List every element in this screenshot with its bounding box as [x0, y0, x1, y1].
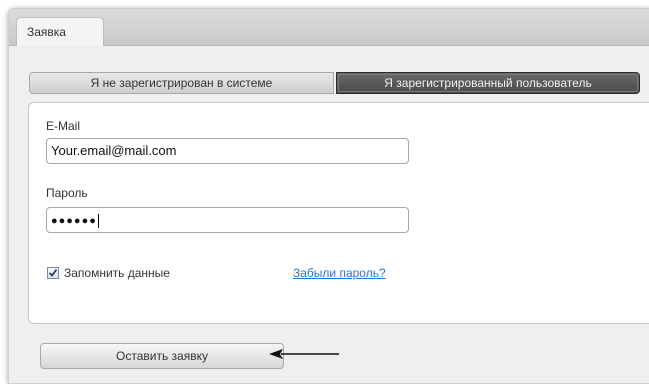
submit-application-button[interactable]: Оставить заявку — [40, 343, 284, 369]
unregistered-option[interactable]: Я не зарегистрирован в системе — [29, 72, 334, 94]
password-field[interactable]: ●●●●●● — [46, 207, 409, 233]
tab-bar: Заявка — [9, 9, 649, 46]
remember-me-checkbox[interactable] — [47, 267, 59, 279]
application-window: Заявка Я не зарегистрирован в системе Я … — [8, 8, 649, 384]
auth-mode-toggle: Я не зарегистрирован в системе Я зарегис… — [29, 72, 640, 94]
password-label: Пароль — [46, 186, 88, 200]
remember-me-label: Запомнить данные — [64, 266, 170, 280]
checkmark-icon — [48, 268, 58, 277]
forgot-password-link[interactable]: Забыли пароль? — [293, 266, 386, 280]
email-label: E-Mail — [46, 119, 81, 133]
remember-me-row: Запомнить данные — [47, 265, 170, 281]
registered-option[interactable]: Я зарегистрированный пользователь — [336, 72, 640, 94]
text-cursor — [97, 213, 99, 228]
tab-application[interactable]: Заявка — [16, 17, 104, 46]
email-field[interactable]: Your.email@mail.com — [46, 138, 409, 164]
password-masked-value: ●●●●●● — [51, 215, 97, 227]
login-form-panel: E-Mail Your.email@mail.com Пароль ●●●●●●… — [28, 102, 649, 324]
arrow-left-icon — [269, 349, 339, 359]
tab-content: Я не зарегистрирован в системе Я зарегис… — [9, 46, 649, 383]
